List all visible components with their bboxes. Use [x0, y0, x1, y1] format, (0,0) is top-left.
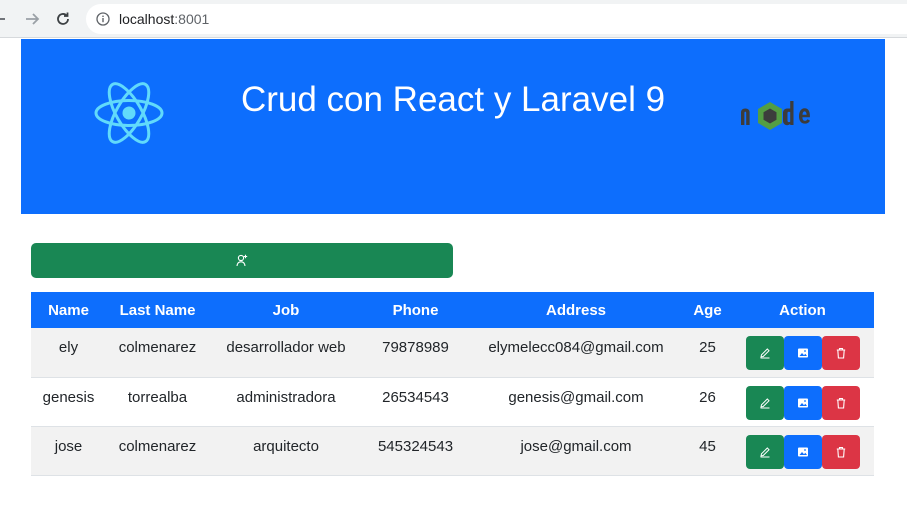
- info-icon[interactable]: [96, 12, 110, 26]
- cell-age: 25: [684, 328, 731, 378]
- cell-name: jose: [31, 426, 106, 476]
- cell-name: ely: [31, 328, 106, 378]
- add-user-icon: [236, 254, 248, 267]
- column-header-last-name: Last Name: [106, 292, 209, 328]
- back-arrow-icon: [0, 18, 5, 20]
- trash-icon: [836, 397, 845, 409]
- cell-last-name: colmenarez: [106, 328, 209, 378]
- page-header: Crud con React y Laravel 9: [21, 39, 885, 214]
- node-logo: [741, 101, 810, 130]
- cell-name: genesis: [31, 377, 106, 427]
- cell-address: elymelecc084@gmail.com: [468, 328, 684, 378]
- delete-button[interactable]: [821, 385, 860, 420]
- cell-age: 26: [684, 377, 731, 427]
- column-header-name: Name: [31, 292, 106, 328]
- delete-button[interactable]: [821, 336, 860, 370]
- image-button[interactable]: [783, 434, 822, 469]
- edit-button[interactable]: [745, 385, 784, 420]
- add-user-button[interactable]: [31, 243, 453, 278]
- edit-icon: [759, 348, 770, 359]
- cell-actions: [731, 426, 874, 476]
- image-icon: [797, 447, 808, 456]
- cell-phone: 26534543: [363, 377, 468, 427]
- forward-button[interactable]: [21, 8, 43, 30]
- delete-button[interactable]: [821, 434, 860, 469]
- table-row: ely colmenarez desarrollador web 7987898…: [31, 328, 874, 378]
- cell-phone: 545324543: [363, 426, 468, 476]
- table-row: genesis torrealba administradora 2653454…: [31, 377, 874, 427]
- image-button[interactable]: [783, 336, 822, 370]
- column-header-phone: Phone: [363, 292, 468, 328]
- cell-phone: 79878989: [363, 328, 468, 378]
- cell-last-name: torrealba: [106, 377, 209, 427]
- column-header-job: Job: [209, 292, 363, 328]
- forward-arrow-icon: [26, 13, 40, 25]
- edit-button[interactable]: [745, 434, 784, 469]
- cell-age: 45: [684, 426, 731, 476]
- image-button[interactable]: [783, 385, 822, 420]
- column-header-address: Address: [468, 292, 684, 328]
- users-table: Name Last Name Job Phone Address Age Act…: [31, 292, 874, 476]
- edit-icon: [759, 446, 770, 457]
- reload-icon: [57, 12, 69, 25]
- trash-icon: [836, 446, 845, 458]
- edit-icon: [759, 397, 770, 408]
- column-header-action: Action: [731, 292, 874, 328]
- cell-job: administradora: [209, 377, 363, 427]
- url-host: localhost: [119, 11, 175, 27]
- reload-button[interactable]: [52, 8, 74, 30]
- table-row: jose colmenarez arquitecto 545324543 jos…: [31, 426, 874, 476]
- edit-button[interactable]: [745, 336, 784, 370]
- react-logo: [94, 82, 164, 144]
- trash-icon: [836, 348, 845, 359]
- cell-address: jose@gmail.com: [468, 426, 684, 476]
- column-header-age: Age: [684, 292, 731, 328]
- url-port: :8001: [174, 11, 210, 27]
- cell-actions: [731, 377, 874, 427]
- page-title: Crud con React y Laravel 9: [240, 80, 666, 119]
- table-header-row: Name Last Name Job Phone Address Age Act…: [31, 292, 874, 328]
- image-icon: [797, 398, 808, 407]
- cell-last-name: colmenarez: [106, 426, 209, 476]
- browser-toolbar: localhost:8001: [0, 0, 907, 38]
- image-icon: [797, 348, 808, 358]
- cell-address: genesis@gmail.com: [468, 377, 684, 427]
- cell-actions: [731, 328, 874, 378]
- cell-job: arquitecto: [209, 426, 363, 476]
- address-bar[interactable]: localhost:8001: [86, 4, 907, 34]
- cell-job: desarrollador web: [209, 328, 363, 378]
- back-button[interactable]: [0, 8, 10, 30]
